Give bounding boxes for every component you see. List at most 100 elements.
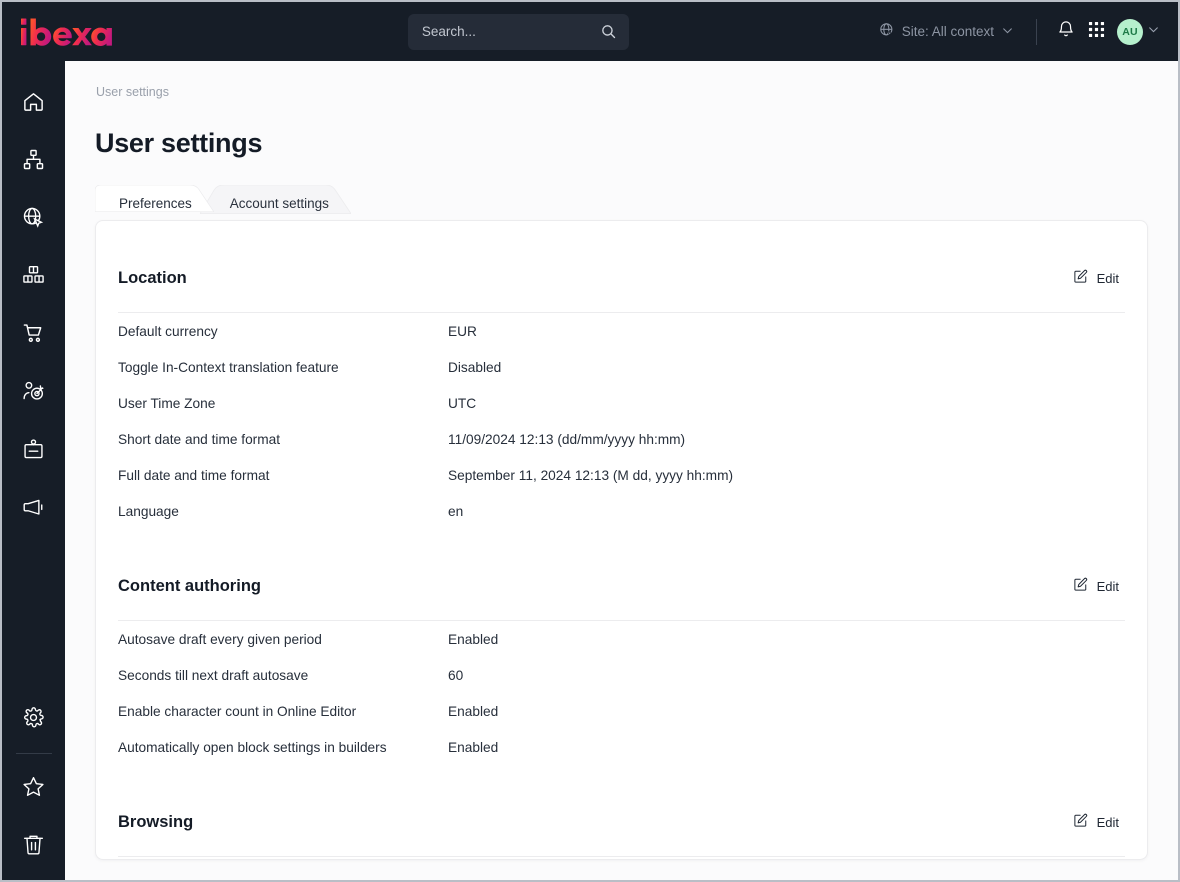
sidebar-item-bookmarks[interactable] — [2, 760, 65, 818]
section-header: Content authoring Edit — [118, 529, 1125, 599]
section-title: Content authoring — [118, 577, 261, 596]
site-context-selector[interactable]: Site: All context — [873, 17, 1020, 46]
tab-preferences[interactable]: Preferences — [95, 185, 214, 221]
setting-value: Disabled — [448, 360, 1125, 375]
edit-label: Edit — [1097, 815, 1119, 830]
sidebar-item-settings[interactable] — [2, 691, 65, 749]
chevron-down-icon — [1001, 24, 1014, 40]
sidebar-divider — [16, 753, 52, 754]
setting-label: Full date and time format — [118, 468, 448, 483]
top-header: Site: All context — [2, 2, 1178, 61]
avatar: AU — [1117, 19, 1143, 45]
sidebar-item-site-access[interactable] — [2, 191, 65, 249]
sidebar-top-group — [2, 61, 65, 539]
header-center — [140, 14, 873, 50]
tab-account-settings[interactable]: Account settings — [200, 185, 351, 221]
setting-label: Automatically open block settings in bui… — [118, 740, 448, 755]
setting-value: UTC — [448, 396, 1125, 411]
edit-pencil-icon — [1073, 813, 1088, 831]
sidebar-item-dashboard[interactable] — [2, 75, 65, 133]
setting-label: Default currency — [118, 324, 448, 339]
ibexa-logo[interactable] — [20, 17, 140, 47]
edit-content-authoring-button[interactable]: Edit — [1067, 573, 1125, 599]
boxes-icon — [22, 264, 45, 292]
megaphone-icon — [22, 496, 45, 524]
search-box[interactable] — [408, 14, 629, 50]
edit-pencil-icon — [1073, 269, 1088, 287]
trash-icon — [22, 833, 45, 861]
home-icon — [22, 90, 45, 118]
sidebar-bottom-group — [2, 691, 65, 880]
setting-value: Enabled — [448, 740, 1125, 755]
setting-label: Enable character count in Online Editor — [118, 704, 448, 719]
section-title: Browsing — [118, 813, 193, 832]
tab-label: Account settings — [224, 196, 329, 211]
section-location: Location Edit Default currency — [96, 221, 1147, 529]
setting-label: User Time Zone — [118, 396, 448, 411]
setting-row: Seconds till next draft autosave 60 — [118, 657, 1125, 693]
sitemap-icon — [22, 148, 45, 176]
section-header: Browsing Edit — [118, 765, 1125, 835]
setting-value: Enabled — [448, 704, 1125, 719]
edit-browsing-button[interactable]: Edit — [1067, 809, 1125, 835]
sidebar-item-products[interactable] — [2, 249, 65, 307]
setting-value: Enabled — [448, 632, 1125, 647]
section-content-authoring: Content authoring Edit Autosave draft — [96, 529, 1147, 765]
setting-row: Autosave draft every given period Enable… — [118, 621, 1125, 657]
sidebar-item-commerce[interactable] — [2, 307, 65, 365]
edit-label: Edit — [1097, 271, 1119, 286]
id-badge-icon — [22, 438, 45, 466]
person-target-icon — [22, 380, 45, 408]
edit-label: Edit — [1097, 579, 1119, 594]
site-context-label: Site: All context — [902, 24, 994, 39]
setting-value: EUR — [448, 324, 1125, 339]
sidebar-item-content-structure[interactable] — [2, 133, 65, 191]
search-icon[interactable] — [600, 23, 617, 40]
left-sidebar — [2, 61, 65, 880]
sidebar-item-trash[interactable] — [2, 818, 65, 876]
header-right: Site: All context — [873, 17, 1160, 47]
shopping-cart-icon — [22, 322, 45, 350]
setting-row: Enable character count in Online Editor … — [118, 693, 1125, 729]
setting-label: Seconds till next draft autosave — [118, 668, 448, 683]
setting-row: User Time Zone UTC — [118, 385, 1125, 421]
page-title: User settings — [95, 128, 1178, 159]
section-title: Location — [118, 269, 187, 288]
setting-value: en — [448, 504, 1125, 519]
sidebar-item-user-management[interactable] — [2, 423, 65, 481]
setting-row: Default currency EUR — [118, 313, 1125, 349]
header-divider — [1036, 19, 1037, 45]
section-browsing: Browsing Edit — [96, 765, 1147, 857]
tab-bar: Preferences Account settings — [95, 185, 1178, 221]
user-menu[interactable]: AU — [1117, 19, 1160, 45]
application-window: Site: All context — [0, 0, 1180, 882]
setting-label: Toggle In-Context translation feature — [118, 360, 448, 375]
search-input[interactable] — [422, 24, 600, 39]
preferences-card: Location Edit Default currency — [95, 220, 1148, 860]
setting-label: Autosave draft every given period — [118, 632, 448, 647]
setting-value: September 11, 2024 12:13 (M dd, yyyy hh:… — [448, 468, 1125, 483]
chevron-down-icon — [1147, 23, 1160, 41]
grid-apps-icon — [1088, 21, 1105, 43]
star-icon — [22, 775, 45, 803]
bell-icon — [1057, 20, 1075, 43]
edit-location-button[interactable]: Edit — [1067, 265, 1125, 291]
setting-row: Full date and time format September 11, … — [118, 457, 1125, 493]
sidebar-item-campaigns[interactable] — [2, 481, 65, 539]
setting-value: 60 — [448, 668, 1125, 683]
setting-row: Automatically open block settings in bui… — [118, 729, 1125, 765]
setting-label: Short date and time format — [118, 432, 448, 447]
sidebar-item-customers[interactable] — [2, 365, 65, 423]
edit-pencil-icon — [1073, 577, 1088, 595]
setting-row: Short date and time format 11/09/2024 12… — [118, 421, 1125, 457]
setting-row: Toggle In-Context translation feature Di… — [118, 349, 1125, 385]
gear-icon — [22, 706, 45, 734]
section-divider — [118, 856, 1125, 857]
tab-label: Preferences — [119, 196, 192, 211]
apps-grid-button[interactable] — [1081, 17, 1111, 47]
ibexa-logo-icon — [20, 17, 114, 47]
notifications-button[interactable] — [1051, 17, 1081, 47]
section-header: Location Edit — [118, 221, 1125, 291]
breadcrumb: User settings — [96, 85, 1178, 99]
setting-row: Language en — [118, 493, 1125, 529]
